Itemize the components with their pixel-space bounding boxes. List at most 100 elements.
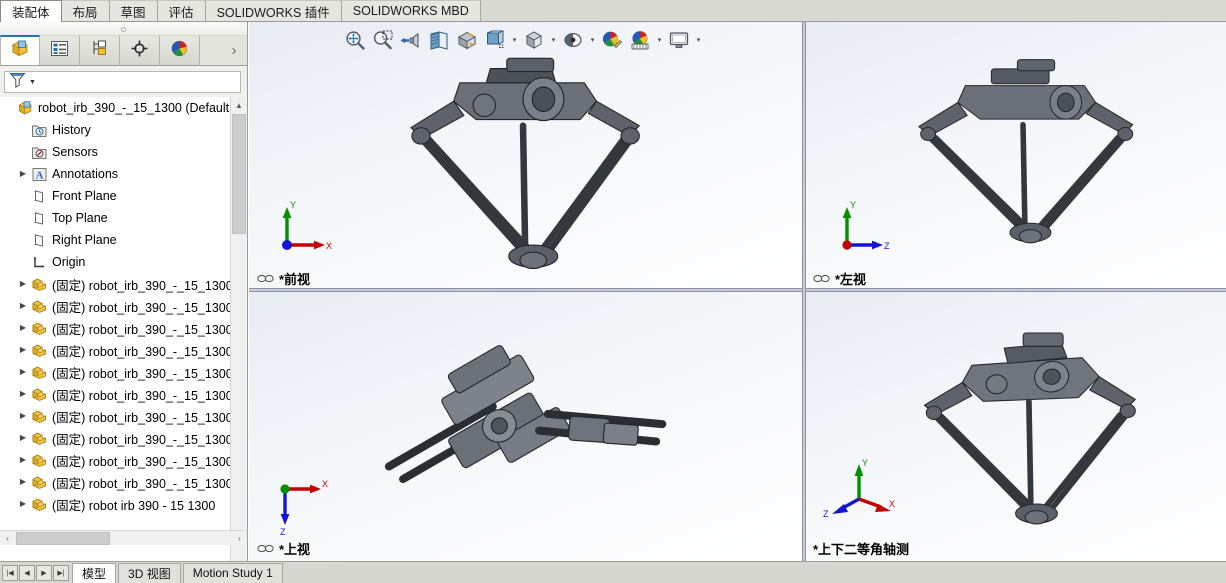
- section-view-button[interactable]: [426, 27, 452, 53]
- nav-next-icon[interactable]: ▶: [36, 564, 52, 581]
- view-settings-caret-icon[interactable]: ▾: [655, 36, 664, 44]
- panel-drag-handle[interactable]: [0, 22, 247, 36]
- property-list-icon: [50, 40, 69, 62]
- bottom-tab-3dviews[interactable]: 3D 视图: [118, 562, 181, 583]
- nav-first-icon[interactable]: |◀: [2, 564, 18, 581]
- svg-text:Z: Z: [884, 241, 890, 251]
- expand-chevron-icon[interactable]: ▶: [16, 170, 30, 178]
- scroll-left-arrow-icon[interactable]: ‹: [0, 531, 15, 545]
- bottom-tab-model[interactable]: 模型: [72, 562, 117, 583]
- view-toolbar: ▾ ▾ ▾ ▾ ▾: [342, 24, 703, 56]
- expand-chevron-icon[interactable]: ▶: [16, 500, 30, 508]
- tree-row-label: (固定) robot_irb_390_-_15_1300: [52, 476, 230, 491]
- configuration-manager-tab[interactable]: [80, 36, 120, 65]
- viewport-left[interactable]: Y Z *左视: [805, 22, 1226, 291]
- display-style-button[interactable]: [482, 27, 508, 53]
- viewport-vertical-splitter[interactable]: [802, 22, 806, 561]
- hide-show-items-button[interactable]: [521, 27, 547, 53]
- apply-scene-button[interactable]: [599, 27, 625, 53]
- tree-row[interactable]: ▶ (固定) robot_irb_390_-_15_1300: [0, 317, 230, 339]
- tree-row[interactable]: Right Plane: [0, 229, 230, 251]
- expand-chevron-icon[interactable]: ▶: [16, 390, 30, 398]
- appearance-palette-icon: [603, 31, 623, 49]
- svg-text:Z: Z: [823, 509, 829, 519]
- viewport-front[interactable]: Y X *前视: [249, 22, 805, 291]
- property-manager-tab[interactable]: [40, 36, 80, 65]
- display-style-icon: [487, 30, 504, 48]
- history-folder-icon: [30, 121, 48, 139]
- edit-appearance-button[interactable]: [560, 27, 586, 53]
- expand-chevron-icon[interactable]: ▶: [16, 412, 30, 420]
- tree-row[interactable]: ▶ A Annotations: [0, 163, 230, 185]
- command-manager-filler: [480, 0, 1226, 21]
- scroll-right-arrow-icon[interactable]: ›: [232, 531, 247, 545]
- tree-row[interactable]: ▶ (固定) robot_irb_390_-_15_1300: [0, 383, 230, 405]
- viewport-layout-button[interactable]: [666, 27, 692, 53]
- feature-tree-filter[interactable]: ▼: [4, 71, 241, 93]
- expand-chevron-icon[interactable]: ▶: [16, 280, 30, 288]
- coordinate-triad-front: Y X: [282, 200, 332, 251]
- tree-row[interactable]: ▶ (固定) robot_irb_390_-_15_1300: [0, 427, 230, 449]
- tree-row[interactable]: ▶ (固定) robot_irb_390_-_15_1300: [0, 449, 230, 471]
- previous-view-button[interactable]: [398, 27, 424, 53]
- scroll-up-arrow-icon[interactable]: ▲: [231, 97, 247, 113]
- tree-row[interactable]: Top Plane: [0, 207, 230, 229]
- expand-chevron-icon[interactable]: ▶: [16, 456, 30, 464]
- tree-row[interactable]: ▶ (固定) robot_irb_390_-_15_1300: [0, 471, 230, 493]
- nav-last-icon[interactable]: ▶|: [53, 564, 69, 581]
- cmd-tab-addins[interactable]: SOLIDWORKS 插件: [205, 0, 342, 21]
- tree-row[interactable]: ▶ (固定) robot_irb_390_-_15_1300: [0, 361, 230, 383]
- viewport-horizontal-splitter[interactable]: [249, 288, 1226, 292]
- expand-chevron-icon[interactable]: ▶: [16, 324, 30, 332]
- tree-row[interactable]: ▶ (固定) robot_irb_390_-_15_1300: [0, 339, 230, 361]
- feature-tree-tab[interactable]: [0, 35, 40, 65]
- view-orientation-button[interactable]: [454, 27, 480, 53]
- viewport-dimetric[interactable]: Y X Z *上下二等角轴测: [805, 291, 1226, 561]
- expand-chevron-icon[interactable]: ▶: [16, 368, 30, 376]
- zoom-to-area-button[interactable]: [370, 27, 396, 53]
- expand-chevron-icon[interactable]: ▶: [16, 302, 30, 310]
- expand-chevron-icon[interactable]: ▶: [16, 434, 30, 442]
- svg-text:Y: Y: [862, 459, 868, 468]
- display-style-caret-icon[interactable]: ▾: [510, 36, 519, 44]
- filter-funnel-icon: [9, 71, 26, 93]
- feature-tree-horizontal-scrollbar[interactable]: ‹ ›: [0, 530, 247, 545]
- viewport-layout-caret-icon[interactable]: ▾: [694, 36, 703, 44]
- expand-chevron-icon[interactable]: ▶: [16, 478, 30, 486]
- tree-row-label: (固定) robot_irb_390_-_15_1300: [52, 410, 230, 425]
- tree-row-label: Origin: [52, 255, 86, 269]
- cmd-tab-layout[interactable]: 布局: [61, 0, 110, 21]
- view-settings-button[interactable]: [627, 27, 653, 53]
- tree-row[interactable]: robot_irb_390_-_15_1300 (Default: [0, 97, 230, 119]
- tree-row[interactable]: Origin: [0, 251, 230, 273]
- edit-appearance-caret-icon[interactable]: ▾: [588, 36, 597, 44]
- expand-tabs-chevron-icon[interactable]: ›: [221, 36, 247, 65]
- filter-dropdown-caret-icon[interactable]: ▼: [29, 79, 36, 86]
- tree-row[interactable]: ▶ (固定) robot irb 390 - 15 1300: [0, 493, 230, 515]
- cmd-tab-sketch[interactable]: 草图: [109, 0, 158, 21]
- vertical-scroll-thumb[interactable]: [232, 114, 246, 234]
- horizontal-scroll-thumb[interactable]: [16, 532, 110, 545]
- tree-row[interactable]: Sensors: [0, 141, 230, 163]
- tree-row[interactable]: ▶ (固定) robot_irb_390_-_15_1300: [0, 295, 230, 317]
- zoom-to-fit-icon: [346, 31, 365, 50]
- tree-row[interactable]: Front Plane: [0, 185, 230, 207]
- cmd-tab-mbd[interactable]: SOLIDWORKS MBD: [341, 0, 481, 21]
- dimxpert-manager-tab[interactable]: [120, 36, 160, 65]
- expand-chevron-icon[interactable]: ▶: [16, 346, 30, 354]
- feature-tree-vertical-scrollbar[interactable]: ▲ ▼: [230, 97, 247, 571]
- nav-prev-icon[interactable]: ◀: [19, 564, 35, 581]
- hide-show-caret-icon[interactable]: ▾: [549, 36, 558, 44]
- tree-row[interactable]: ▶ (固定) robot_irb_390_-_15_1300: [0, 405, 230, 427]
- sensors-folder-icon: [30, 143, 48, 161]
- cmd-tab-evaluate[interactable]: 评估: [157, 0, 206, 21]
- tree-row[interactable]: History: [0, 119, 230, 141]
- cmd-tab-assembly[interactable]: 装配体: [0, 0, 62, 22]
- bottom-tab-motion-study[interactable]: Motion Study 1: [182, 562, 283, 583]
- tree-row-label: (固定) robot_irb_390_-_15_1300: [52, 366, 230, 381]
- zoom-to-fit-button[interactable]: [342, 27, 368, 53]
- feature-tree[interactable]: robot_irb_390_-_15_1300 (Default History S…: [0, 97, 230, 571]
- display-manager-tab[interactable]: [160, 36, 200, 65]
- tree-row[interactable]: ▶ (固定) robot_irb_390_-_15_1300: [0, 273, 230, 295]
- viewport-top[interactable]: X Z *上视: [249, 291, 805, 561]
